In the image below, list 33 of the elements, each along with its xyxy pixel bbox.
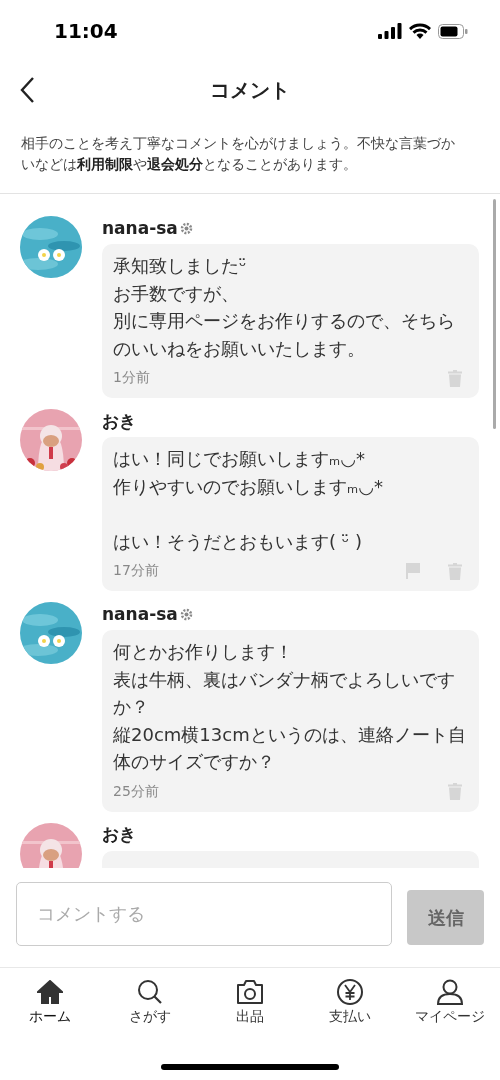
home-icon: [37, 980, 63, 1004]
flag-icon[interactable]: [406, 563, 420, 579]
search-icon: [137, 979, 163, 1005]
tab-item[interactable]: マイページ: [400, 974, 500, 1030]
tab-item[interactable]: 支払い: [300, 974, 400, 1030]
trash-icon[interactable]: [448, 369, 462, 387]
wifi-icon: [409, 23, 431, 39]
comment-time: 1分前: [113, 369, 151, 387]
notice-text: 相手のことを考え丁寧なコメントを心がけましょう。不快な言葉づかいなどは利用制限や退会処分となることがあります。: [21, 134, 456, 174]
user-name[interactable]: おき: [102, 409, 136, 433]
comment-field[interactable]: コメントする: [16, 881, 392, 946]
comment-time: 17分前: [113, 562, 160, 580]
user-name[interactable]: nana-sa: [102, 218, 178, 238]
comment-text: はい！同じでお願いしますₘ◡* 作りやすいのでお願いしますₘ◡*: [113, 447, 384, 499]
signal-icon: [378, 23, 402, 39]
yen-icon: [337, 979, 363, 1005]
person-icon: [436, 979, 464, 1005]
camera-icon: [236, 980, 264, 1004]
tab-item[interactable]: ホーム: [0, 974, 100, 1030]
battery-icon: [438, 23, 468, 39]
page-title: コメント: [210, 76, 290, 104]
trash-icon[interactable]: [448, 783, 462, 800]
tab-item[interactable]: さがす: [100, 974, 200, 1030]
comment-text: 何とかお作りします！ 表は牛柄、裏はバンダナ柄でよろしいですか？ 縦20cm横13cmというのは、連絡ノート自体のサイズですか？: [113, 640, 467, 774]
tab-item[interactable]: 出品: [200, 974, 300, 1030]
comment-time: 25分前: [113, 782, 160, 801]
comment-text: はい！そうだとおもいます( ᵕ̈ ): [113, 529, 363, 554]
comment-text: 承知致しましたᵕ̈ お手数ですが、 別に専用ページをお作りするので、そちらのいいねをお願いいたします。: [113, 254, 456, 361]
trash-icon[interactable]: [448, 562, 462, 580]
user-name[interactable]: おき: [102, 823, 136, 846]
user-name[interactable]: nana-sa: [102, 604, 178, 624]
back-icon[interactable]: [19, 76, 35, 104]
status-time: 11:04: [54, 19, 118, 43]
